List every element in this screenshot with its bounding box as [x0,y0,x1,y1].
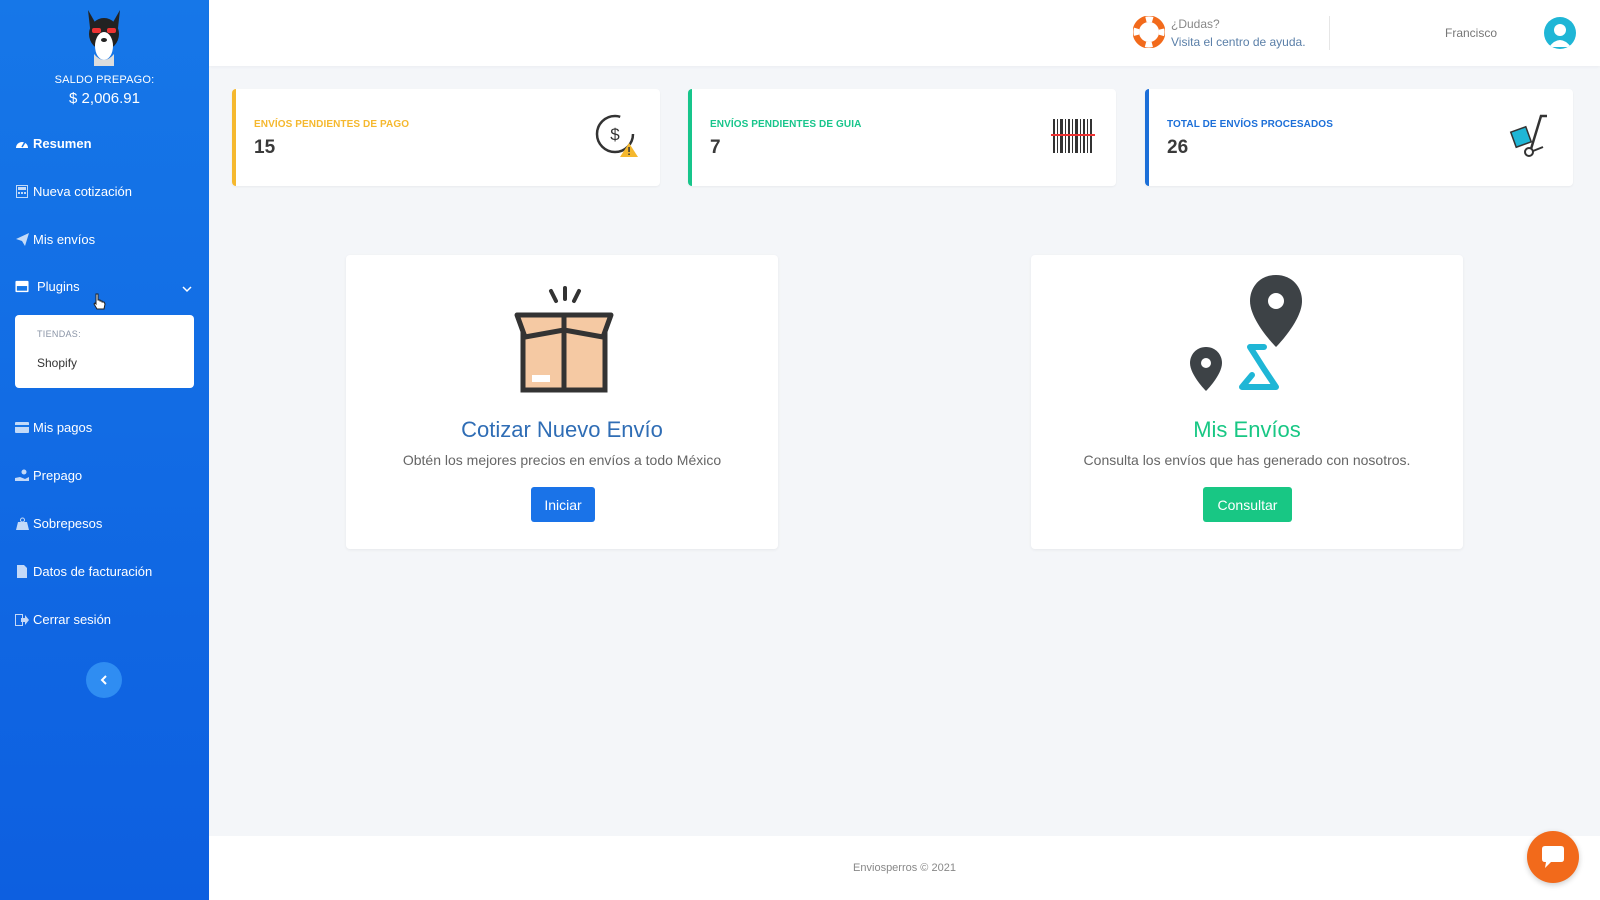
sidebar-item-label: Mis pagos [33,420,93,435]
stat-label: ENVÍOS PENDIENTES DE GUIA [710,119,862,130]
lifebuoy-icon[interactable] [1133,16,1165,48]
sidebar-item-mis-envios[interactable]: Mis envíos [15,232,95,247]
file-icon [15,565,29,579]
sidebar-item-label: Plugins [37,279,80,294]
card-title: Cotizar Nuevo Envío [461,417,663,442]
sidebar-item-prepago[interactable]: Prepago [15,468,82,483]
help-center-link[interactable]: Visita el centro de ayuda. [1171,35,1306,49]
sidebar-item-mis-pagos[interactable]: Mis pagos [15,420,92,435]
weight-icon [15,517,29,531]
stat-value: 15 [254,137,276,158]
sidebar-item-label: Cerrar sesión [33,612,112,627]
sidebar-item-nueva-cotizacion[interactable]: Nueva cotización [15,184,132,199]
submenu-item-shopify[interactable]: Shopify [37,356,77,370]
credit-card-icon [15,421,29,435]
dashboard-icon [15,137,29,151]
sidebar-item-plugins[interactable]: Plugins [15,279,80,294]
start-button[interactable]: Iniciar [531,487,595,522]
help-question: ¿Dudas? [1171,17,1220,31]
dog-logo[interactable] [84,6,124,66]
card-description: Obtén los mejores precios en envíos a to… [402,452,722,468]
user-icon [1549,24,1571,47]
sidebar-item-datos-facturacion[interactable]: Datos de facturación [15,564,152,579]
sidebar: SALDO PREPAGO: $ 2,006.91 Resumen Nueva … [0,0,209,900]
open-box-illustration [346,285,778,395]
footer-copyright: Enviosperros © 2021 [853,862,956,874]
plugins-submenu: TIENDAS: Shopify [15,315,194,388]
collapse-sidebar-button[interactable] [86,662,122,698]
chat-button[interactable] [1527,831,1579,883]
sidebar-item-resumen[interactable]: Resumen [15,136,92,151]
open-box-icon [514,286,614,393]
avatar[interactable] [1544,17,1576,49]
submenu-header: TIENDAS: [37,329,81,339]
stat-value: 7 [710,137,721,158]
stat-card-pending-payment: ENVÍOS PENDIENTES DE PAGO 15 $ [232,89,660,186]
card-quote: Cotizar Nuevo Envío Obtén los mejores pr… [346,255,778,549]
dollar-warning-icon: $ [595,114,638,157]
route-pins-illustration [1031,275,1463,395]
stat-value: 26 [1167,137,1189,158]
chevron-left-icon [100,675,107,685]
sidebar-item-label: Nueva cotización [33,184,132,199]
stat-label: TOTAL DE ENVÍOS PROCESADOS [1167,119,1333,130]
map-route-icon [1190,275,1302,391]
topbar: ¿Dudas? Visita el centro de ayuda. Franc… [209,0,1600,66]
sidebar-item-label: Sobrepesos [33,516,103,531]
calculator-icon [15,185,29,199]
stat-accent-bar [688,89,692,186]
balance-label: SALDO PREPAGO: [54,74,155,86]
card-description: Consulta los envíos que has generado con… [1083,452,1411,468]
chevron-down-icon[interactable] [182,284,192,294]
barcode-icon [1051,119,1095,153]
hand-truck-icon [1509,114,1547,157]
topbar-divider [1329,16,1330,50]
footer: Enviosperros © 2021 [209,836,1600,900]
svg-text:$: $ [610,125,620,144]
paper-plane-icon [15,233,29,247]
username[interactable]: Francisco [1445,26,1497,40]
sidebar-item-label: Datos de facturación [33,564,153,579]
store-icon [15,280,29,294]
sidebar-item-label: Prepago [33,468,83,483]
stat-accent-bar [232,89,236,186]
card-title: Mis Envíos [1193,417,1301,442]
hand-coin-icon [15,469,29,483]
balance-value: $ 2,006.91 [69,90,140,107]
sign-out-icon [15,613,29,627]
consult-button[interactable]: Consultar [1203,487,1292,522]
sidebar-item-cerrar-sesion[interactable]: Cerrar sesión [15,612,111,627]
stat-card-pending-label: ENVÍOS PENDIENTES DE GUIA 7 [688,89,1116,186]
sidebar-item-label: Resumen [33,136,92,151]
hand-cursor-icon [93,293,106,310]
card-my-shipments: Mis Envíos Consulta los envíos que has g… [1031,255,1463,549]
stat-accent-bar [1145,89,1149,186]
stat-label: ENVÍOS PENDIENTES DE PAGO [254,119,410,130]
sidebar-item-label: Mis envíos [33,232,96,247]
sidebar-item-sobrepesos[interactable]: Sobrepesos [15,516,102,531]
chat-bubble-icon [1542,846,1564,868]
stat-card-total-processed: TOTAL DE ENVÍOS PROCESADOS 26 [1145,89,1573,186]
